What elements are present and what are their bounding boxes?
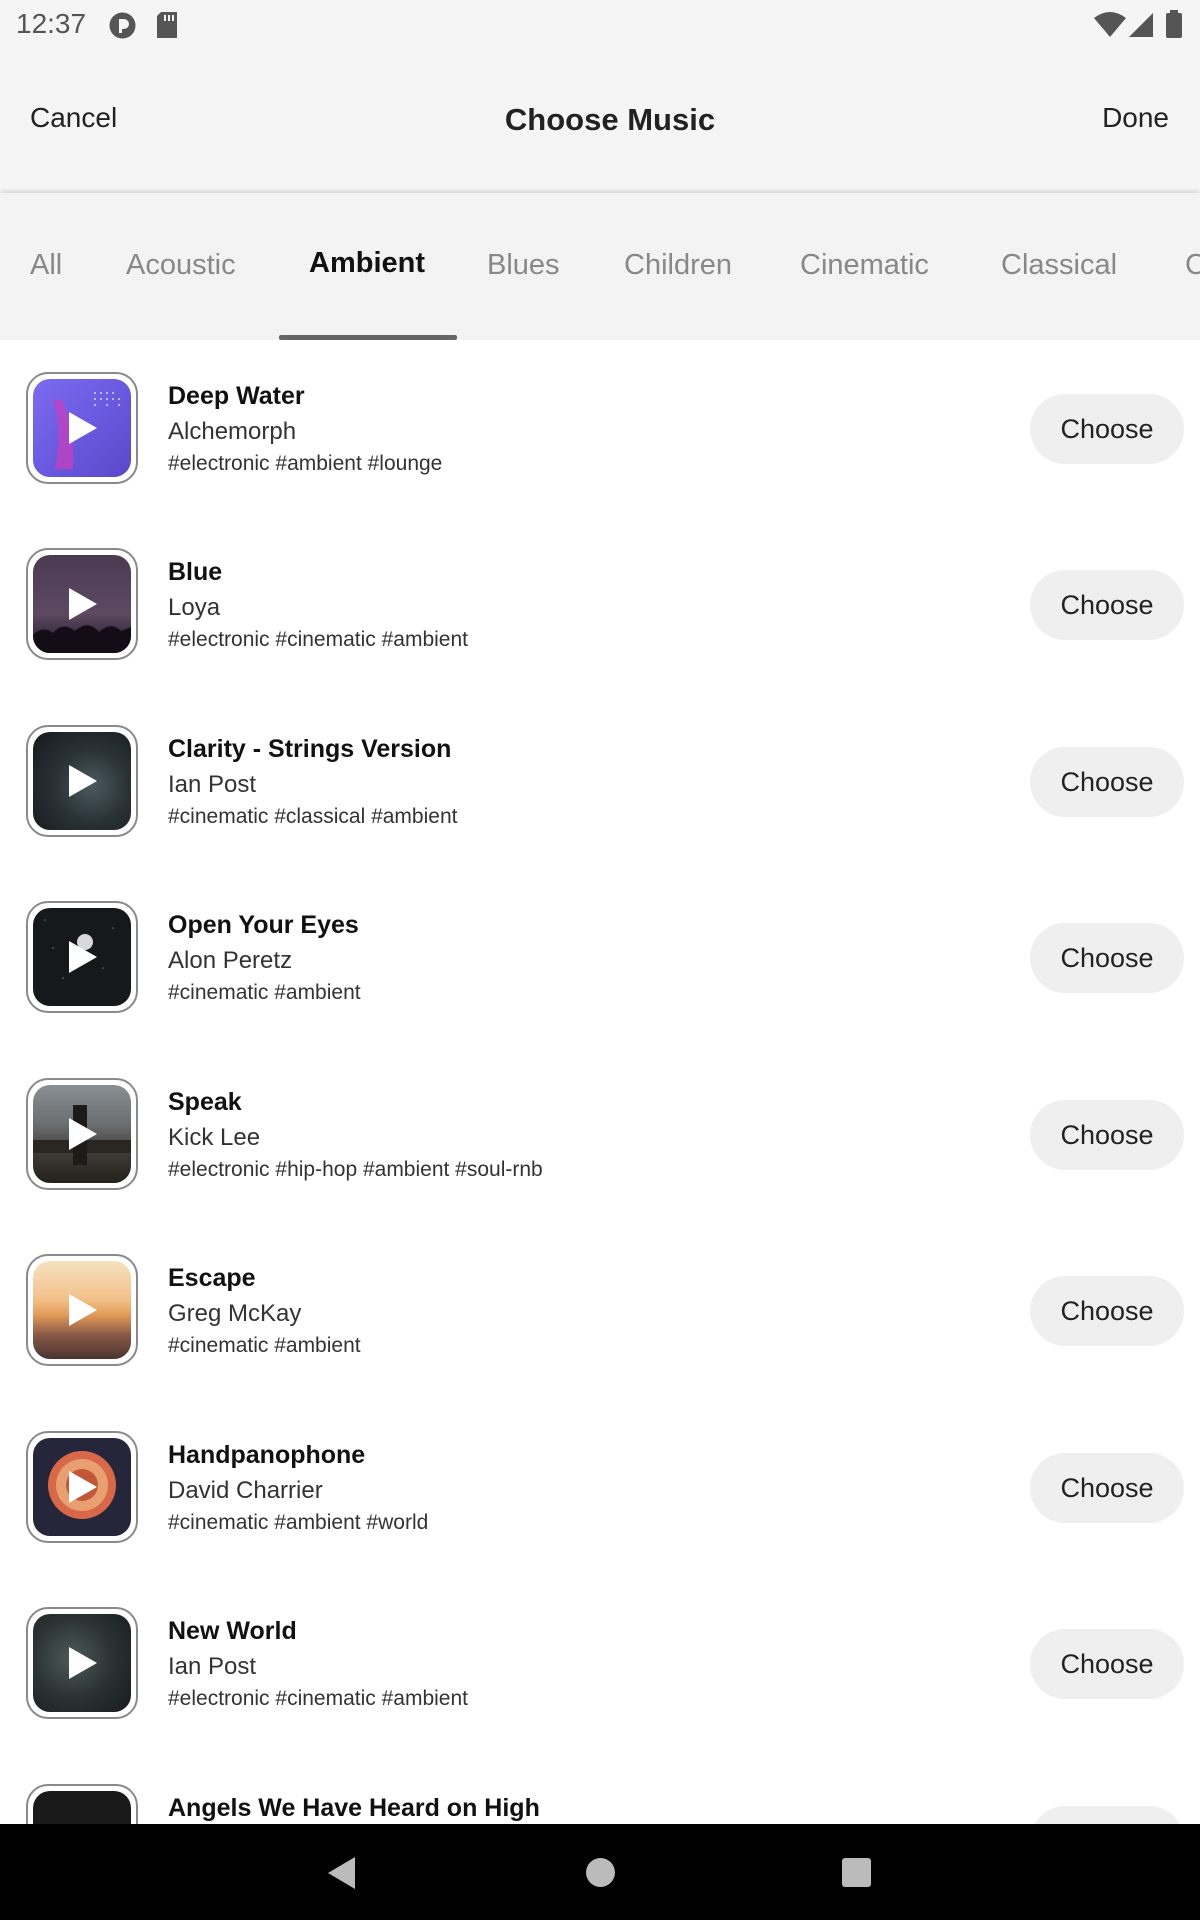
- track-artist: Greg McKay: [168, 1300, 302, 1327]
- track-artist: Kick Lee: [168, 1124, 261, 1151]
- play-icon: [69, 941, 97, 973]
- signal-icon: [1128, 12, 1154, 43]
- choose-button[interactable]: Choose: [1030, 570, 1184, 640]
- tab-blues[interactable]: Blues: [487, 249, 560, 282]
- status-time: 12:37: [16, 8, 87, 39]
- track-title: Handpanophone: [168, 1441, 366, 1469]
- track-artist: Alchemorph: [168, 418, 297, 445]
- pocket-casts-icon: [108, 11, 137, 45]
- page-title: Choose Music: [504, 102, 716, 137]
- wifi-icon: [1093, 12, 1127, 43]
- track-title: Escape: [168, 1264, 256, 1292]
- track-title: Blue: [168, 558, 223, 586]
- track-tags: #electronic #hip-hop #ambient #soul-rnb: [168, 1158, 543, 1181]
- tab-cinematic[interactable]: Cinematic: [800, 249, 929, 282]
- choose-button[interactable]: Choose: [1030, 394, 1184, 464]
- tab-all[interactable]: All: [30, 249, 62, 282]
- status-bar: 12:37: [0, 0, 1200, 50]
- track-tags: #electronic #cinematic #ambient: [168, 1687, 468, 1710]
- track-tags: #cinematic #ambient: [168, 981, 361, 1004]
- preview-button[interactable]: [26, 1784, 138, 1824]
- preview-button[interactable]: [26, 901, 138, 1013]
- tab-ambient[interactable]: Ambient: [309, 247, 425, 280]
- play-icon: [69, 412, 97, 444]
- track-tags: #cinematic #ambient #world: [168, 1511, 429, 1534]
- list-item: Angels We Have Heard on High: [0, 1752, 1200, 1824]
- list-item: Blue Loya #electronic #cinematic #ambien…: [0, 516, 1200, 692]
- recents-icon[interactable]: [842, 1858, 871, 1887]
- track-artist: Ian Post: [168, 771, 257, 798]
- choose-button[interactable]: [1030, 1806, 1184, 1824]
- track-title: Speak: [168, 1088, 242, 1116]
- track-title: New World: [168, 1617, 297, 1645]
- preview-button[interactable]: [26, 725, 138, 837]
- tab-classical[interactable]: Classical: [1001, 249, 1117, 282]
- play-icon: [69, 1118, 97, 1150]
- choose-button[interactable]: Choose: [1030, 747, 1184, 817]
- list-item: New World Ian Post #electronic #cinemati…: [0, 1575, 1200, 1751]
- choose-button[interactable]: Choose: [1030, 1100, 1184, 1170]
- track-artist: David Charrier: [168, 1477, 323, 1504]
- choose-button[interactable]: Choose: [1030, 1629, 1184, 1699]
- battery-icon: [1166, 10, 1182, 43]
- track-list[interactable]: Deep Water Alchemorph #electronic #ambie…: [0, 340, 1200, 1824]
- preview-button[interactable]: [26, 372, 138, 484]
- track-title: Clarity - Strings Version: [168, 735, 452, 763]
- home-icon[interactable]: [586, 1858, 615, 1887]
- list-item: Clarity - Strings Version Ian Post #cine…: [0, 693, 1200, 869]
- play-icon: [69, 765, 97, 797]
- track-tags: #electronic #cinematic #ambient: [168, 628, 468, 651]
- choose-button[interactable]: Choose: [1030, 1453, 1184, 1523]
- track-artist: Ian Post: [168, 1653, 257, 1680]
- preview-button[interactable]: [26, 1078, 138, 1190]
- system-nav-bar: [0, 1824, 1200, 1920]
- play-icon: [69, 588, 97, 620]
- list-item: Deep Water Alchemorph #electronic #ambie…: [0, 340, 1200, 516]
- choose-button[interactable]: Choose: [1030, 1276, 1184, 1346]
- preview-button[interactable]: [26, 1607, 138, 1719]
- track-artist: Loya: [168, 594, 221, 621]
- play-icon: [69, 1471, 97, 1503]
- preview-button[interactable]: [26, 548, 138, 660]
- sd-card-icon: [156, 11, 178, 44]
- tab-children[interactable]: Children: [624, 249, 732, 282]
- track-tags: #cinematic #classical #ambient: [168, 805, 458, 828]
- choose-button[interactable]: Choose: [1030, 923, 1184, 993]
- track-tags: #electronic #ambient #lounge: [168, 452, 443, 475]
- list-item: Open Your Eyes Alon Peretz #cinematic #a…: [0, 869, 1200, 1045]
- tab-partial[interactable]: C: [1185, 249, 1200, 282]
- genre-tabs[interactable]: All Acoustic Ambient Blues Children Cine…: [0, 193, 1200, 340]
- list-item: Speak Kick Lee #electronic #hip-hop #amb…: [0, 1046, 1200, 1222]
- list-item: Escape Greg McKay #cinematic #ambient Ch…: [0, 1222, 1200, 1398]
- track-artist: Alon Peretz: [168, 947, 293, 974]
- track-title: Deep Water: [168, 382, 305, 410]
- back-icon[interactable]: [328, 1857, 355, 1889]
- top-app-bar: Cancel Choose Music Done: [0, 50, 1200, 193]
- track-tags: #cinematic #ambient: [168, 1334, 361, 1357]
- track-title: Angels We Have Heard on High: [168, 1794, 540, 1822]
- album-art: [33, 1791, 131, 1824]
- track-title: Open Your Eyes: [168, 911, 359, 939]
- preview-button[interactable]: [26, 1431, 138, 1543]
- done-button[interactable]: Done: [1102, 102, 1169, 134]
- preview-button[interactable]: [26, 1254, 138, 1366]
- play-icon: [69, 1294, 97, 1326]
- play-icon: [69, 1647, 97, 1679]
- list-item: Handpanophone David Charrier #cinematic …: [0, 1399, 1200, 1575]
- tab-acoustic[interactable]: Acoustic: [126, 249, 236, 282]
